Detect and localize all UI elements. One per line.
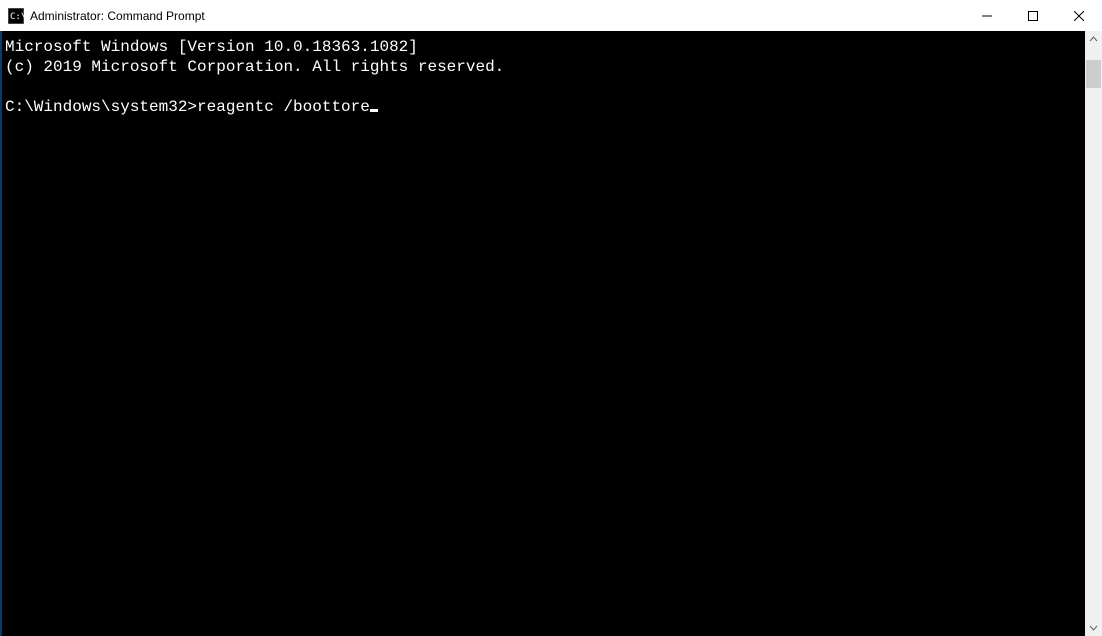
client-area: Microsoft Windows [Version 10.0.18363.10… xyxy=(0,31,1102,636)
scrollbar-thumb[interactable] xyxy=(1086,60,1101,88)
scrollbar-track[interactable] xyxy=(1085,48,1102,619)
minimize-button[interactable] xyxy=(964,0,1010,31)
console-output[interactable]: Microsoft Windows [Version 10.0.18363.10… xyxy=(2,31,1085,636)
vertical-scrollbar[interactable] xyxy=(1085,31,1102,636)
svg-text:C:\: C:\ xyxy=(10,12,24,22)
titlebar[interactable]: C:\ Administrator: Command Prompt xyxy=(0,0,1102,31)
window-title: Administrator: Command Prompt xyxy=(30,9,205,23)
cmd-icon: C:\ xyxy=(8,8,24,24)
text-cursor xyxy=(370,109,378,112)
maximize-button[interactable] xyxy=(1010,0,1056,31)
console-line: Microsoft Windows [Version 10.0.18363.10… xyxy=(5,38,418,56)
console-prompt: C:\Windows\system32> xyxy=(5,98,197,116)
scroll-up-arrow-icon[interactable] xyxy=(1085,31,1102,48)
window-controls xyxy=(964,0,1102,31)
console-command: reagentc /boottore xyxy=(197,98,370,116)
scroll-down-arrow-icon[interactable] xyxy=(1085,619,1102,636)
close-button[interactable] xyxy=(1056,0,1102,31)
console-line: (c) 2019 Microsoft Corporation. All righ… xyxy=(5,58,504,76)
